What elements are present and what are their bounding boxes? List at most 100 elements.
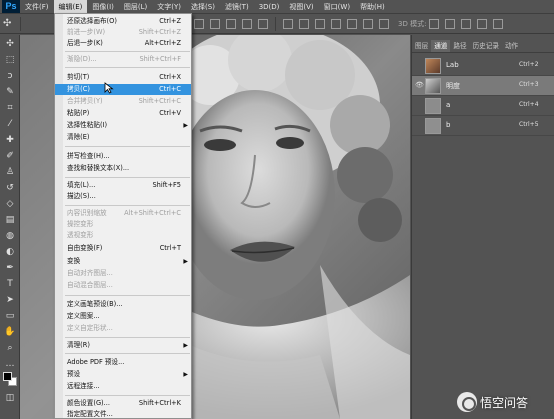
channels-panel: 图层 通道 路径 历史记录 动作 Lab Ctrl+2 👁 明度 Ctrl+3 … (411, 35, 554, 419)
move-tool-icon[interactable]: ✣ (3, 18, 13, 29)
hand-tool-icon[interactable]: ✋ (4, 327, 16, 338)
crop-tool-icon[interactable]: ⌗ (4, 103, 16, 114)
menu-item-step-forward[interactable]: 前进一步(W) Shift+Ctrl+Z (55, 27, 191, 38)
3d-roll-icon[interactable] (445, 18, 456, 29)
menu-item-content-aware-scale[interactable]: 内容识别缩放 Alt+Shift+Ctrl+C (55, 208, 191, 219)
channel-shortcut: Ctrl+3 (519, 81, 539, 88)
blur-tool-icon[interactable]: ◍ (4, 231, 16, 242)
menu-item-define-brush[interactable]: 定义画笔预设(B)... (55, 299, 191, 310)
menu-item-auto-blend-layers[interactable]: 自动混合图层... (55, 280, 191, 291)
menu-item-label: 变换 (67, 257, 81, 265)
more-tools-icon[interactable]: … (4, 359, 16, 370)
channel-row-lab[interactable]: Lab Ctrl+2 (412, 56, 554, 76)
menu-item-fade[interactable]: 渐隐(D)... Shift+Ctrl+F (55, 54, 191, 65)
menu-3d[interactable]: 3D(D) (254, 0, 285, 14)
shape-tool-icon[interactable]: ▭ (4, 311, 16, 322)
menu-select[interactable]: 选择(S) (186, 0, 220, 14)
menu-item-free-transform[interactable]: 自由变换(F) Ctrl+T (55, 243, 191, 254)
channel-row-a[interactable]: a Ctrl+4 (412, 96, 554, 116)
brush-tool-icon[interactable]: ✐ (4, 151, 16, 162)
tab-channels[interactable]: 通道 (431, 40, 451, 52)
path-select-tool-icon[interactable]: ➤ (4, 295, 16, 306)
align-right-icon[interactable] (258, 18, 268, 29)
3d-scale-icon[interactable] (493, 18, 504, 29)
zoom-tool-icon[interactable]: ⌕ (4, 343, 16, 354)
tab-paths[interactable]: 路径 (450, 40, 469, 52)
3d-rotate-icon[interactable] (429, 18, 440, 29)
menu-item-puppet-warp[interactable]: 操控变形 (55, 219, 191, 230)
menu-item-color-settings[interactable]: 颜色设置(G)... Shift+Ctrl+K (55, 398, 191, 409)
menu-item-spell-check[interactable]: 拼写检查(H)... (55, 151, 191, 162)
menu-item-label: 查找和替换文本(X)... (67, 164, 130, 172)
menu-item-assign-profile[interactable]: 指定配置文件... (55, 409, 191, 419)
pen-tool-icon[interactable]: ✒ (4, 263, 16, 274)
align-left-icon[interactable] (226, 18, 236, 29)
visibility-eye-icon[interactable] (415, 101, 423, 110)
menu-image[interactable]: 图像(I) (87, 0, 119, 14)
menu-item-find-replace[interactable]: 查找和替换文本(X)... (55, 163, 191, 174)
distribute-middle-icon[interactable] (299, 18, 309, 29)
tab-history[interactable]: 历史记录 (470, 40, 502, 52)
distribute-top-icon[interactable] (283, 18, 293, 29)
menu-item-copy[interactable]: 拷贝(C) Ctrl+C (55, 84, 191, 95)
menu-item-pdf-presets[interactable]: Adobe PDF 预设... (55, 357, 191, 368)
quick-select-tool-icon[interactable]: ✎ (4, 87, 16, 98)
eyedropper-tool-icon[interactable]: ⁄ (4, 119, 16, 130)
3d-slide-icon[interactable] (477, 18, 488, 29)
distribute-bottom-icon[interactable] (315, 18, 325, 29)
lasso-tool-icon[interactable]: ↄ (4, 71, 16, 82)
menu-view[interactable]: 视图(V) (284, 0, 318, 14)
gradient-tool-icon[interactable]: ▤ (4, 215, 16, 226)
foreground-color-swatch[interactable] (3, 372, 12, 381)
menu-item-cut[interactable]: 剪切(T) Ctrl+X (55, 72, 191, 83)
healing-brush-tool-icon[interactable]: ✚ (4, 135, 16, 146)
visibility-eye-icon[interactable] (415, 121, 423, 130)
menu-item-paste-special[interactable]: 选择性粘贴(I) ▶ (55, 120, 191, 131)
menu-item-paste[interactable]: 粘贴(P) Ctrl+V (55, 108, 191, 119)
menu-item-auto-align-layers[interactable]: 自动对齐图层... (55, 268, 191, 279)
auto-align-icon[interactable] (379, 18, 389, 29)
dodge-tool-icon[interactable]: ◐ (4, 247, 16, 258)
menu-item-label: 自动混合图层... (67, 281, 113, 289)
menu-item-stroke[interactable]: 描边(S)... (55, 191, 191, 202)
menu-item-clear[interactable]: 清除(E) (55, 132, 191, 143)
marquee-tool-icon[interactable]: ⬚ (4, 55, 16, 66)
menu-item-copy-merged[interactable]: 合并拷贝(Y) Shift+Ctrl+C (55, 96, 191, 107)
channel-row-b[interactable]: b Ctrl+5 (412, 116, 554, 136)
menu-item-purge[interactable]: 清理(R) ▶ (55, 340, 191, 351)
menu-help[interactable]: 帮助(H) (355, 0, 390, 14)
tab-layers[interactable]: 图层 (412, 40, 431, 52)
menu-filter[interactable]: 滤镜(T) (220, 0, 254, 14)
menu-item-transform[interactable]: 变换 ▶ (55, 256, 191, 267)
menu-item-step-backward[interactable]: 后退一步(K) Alt+Ctrl+Z (55, 38, 191, 49)
align-bottom-icon[interactable] (210, 18, 220, 29)
menu-item-define-shape[interactable]: 定义自定形状... (55, 323, 191, 334)
menu-item-undo[interactable]: 还原选择画布(O) Ctrl+Z (55, 16, 191, 27)
tab-actions[interactable]: 动作 (502, 40, 521, 52)
channel-row-lightness[interactable]: 👁 明度 Ctrl+3 (412, 76, 554, 96)
menu-file[interactable]: 文件(F) (20, 0, 54, 14)
history-brush-tool-icon[interactable]: ↺ (4, 183, 16, 194)
distribute-center-icon[interactable] (347, 18, 357, 29)
type-tool-icon[interactable]: T (4, 279, 16, 290)
menu-item-perspective-warp[interactable]: 透视变形 (55, 230, 191, 241)
visibility-eye-icon[interactable]: 👁 (415, 81, 424, 90)
menu-window[interactable]: 窗口(W) (319, 0, 355, 14)
visibility-eye-icon[interactable] (415, 61, 423, 70)
distribute-right-icon[interactable] (363, 18, 373, 29)
quick-mask-icon[interactable]: ◫ (4, 393, 16, 404)
menu-item-presets[interactable]: 预设 ▶ (55, 369, 191, 380)
distribute-left-icon[interactable] (331, 18, 341, 29)
move-tool-icon[interactable]: ✣ (4, 39, 16, 50)
menu-item-define-pattern[interactable]: 定义图案... (55, 311, 191, 322)
menu-item-fill[interactable]: 填充(L)... Shift+F5 (55, 180, 191, 191)
clone-stamp-tool-icon[interactable]: ♙ (4, 167, 16, 178)
align-middle-icon[interactable] (194, 18, 204, 29)
3d-pan-icon[interactable] (461, 18, 472, 29)
align-center-icon[interactable] (242, 18, 252, 29)
menu-type[interactable]: 文字(Y) (152, 0, 186, 14)
menu-item-remote-connections[interactable]: 远程连接... (55, 381, 191, 392)
menu-layer[interactable]: 图层(L) (119, 0, 152, 14)
eraser-tool-icon[interactable]: ◇ (4, 199, 16, 210)
menu-edit[interactable]: 编辑(E) (53, 0, 88, 14)
